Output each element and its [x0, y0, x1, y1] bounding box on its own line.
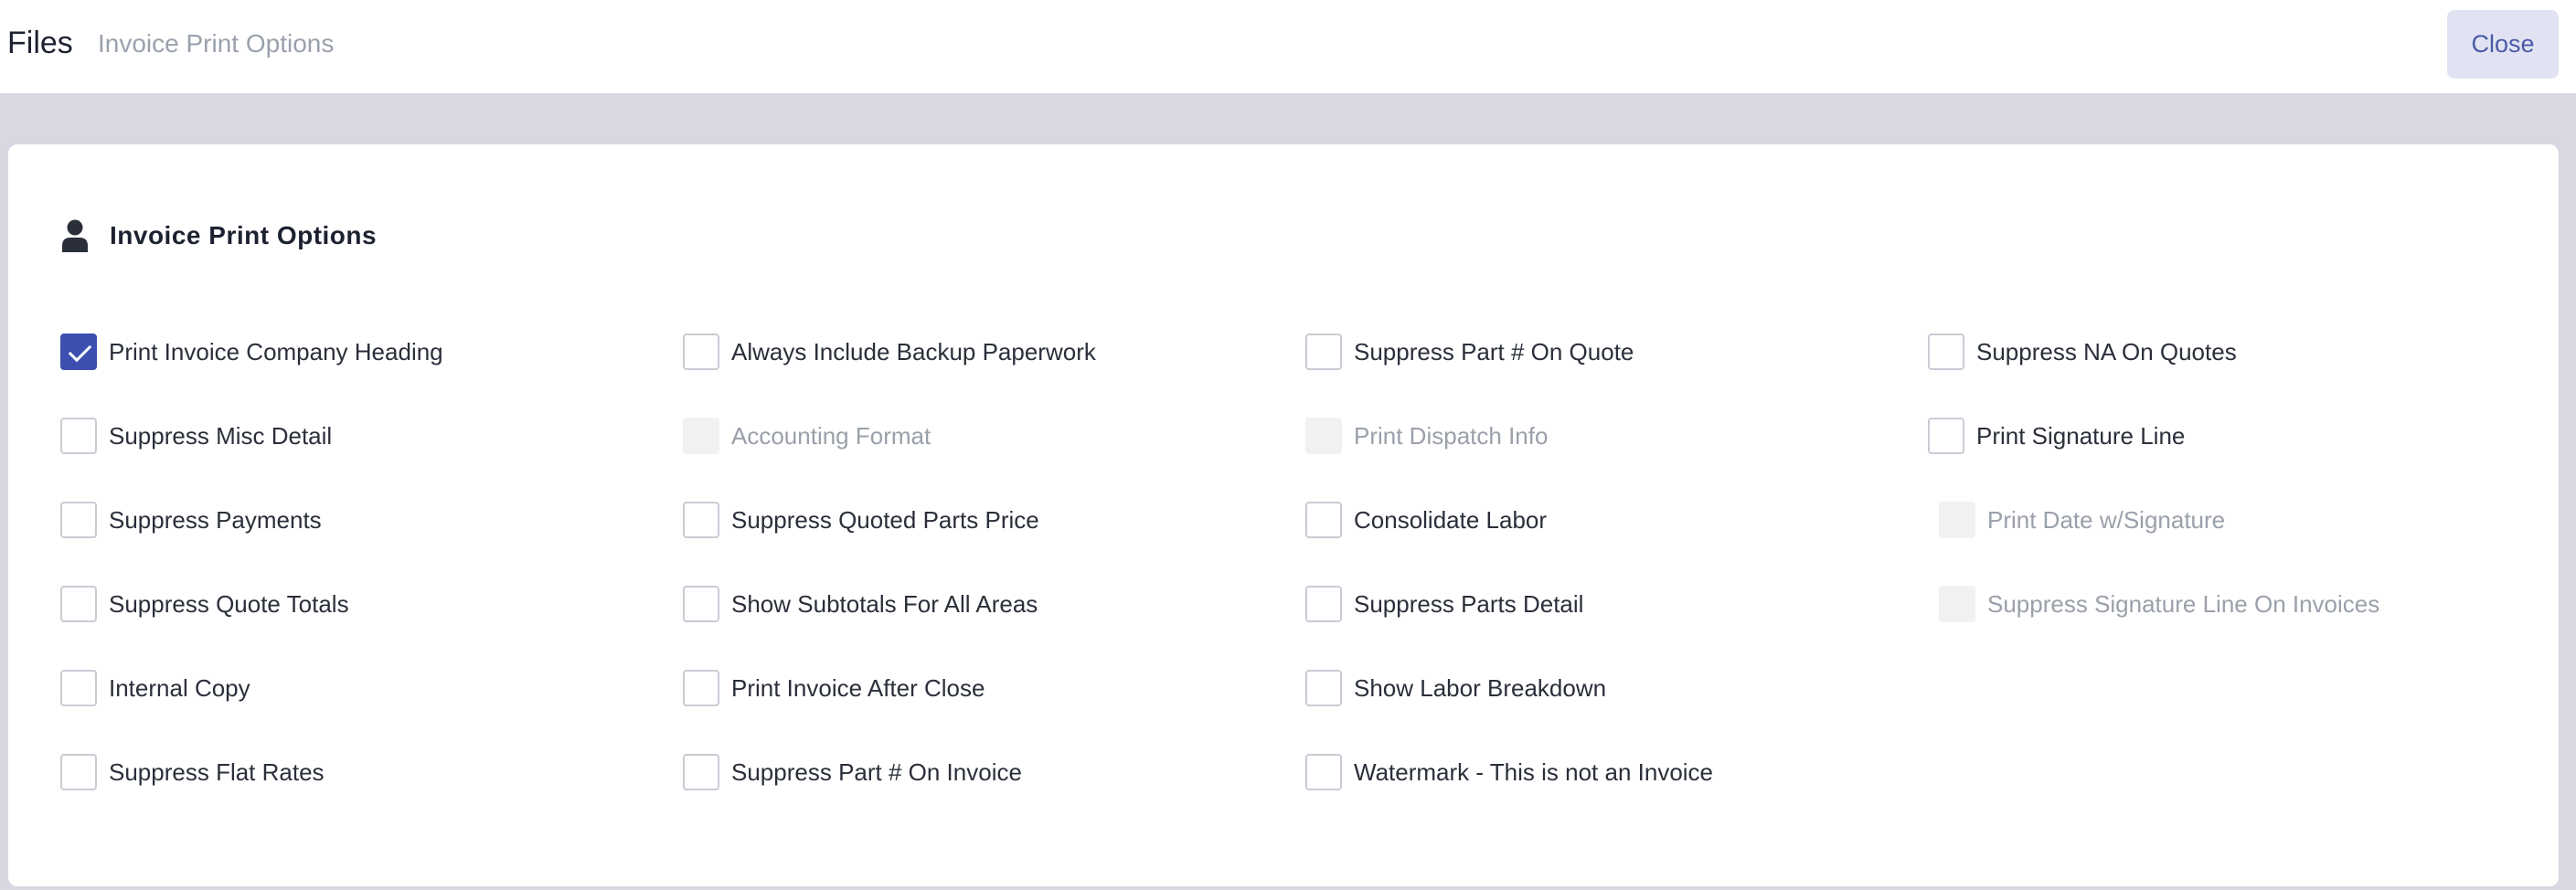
- checkbox[interactable]: [60, 670, 97, 706]
- option-internal-copy[interactable]: Internal Copy: [60, 670, 250, 706]
- option-print-date-with-signature[interactable]: Print Date w/Signature: [1939, 502, 2225, 538]
- option-show-subtotals-for-all-areas[interactable]: Show Subtotals For All Areas: [683, 586, 1038, 622]
- option-suppress-misc-detail[interactable]: Suppress Misc Detail: [60, 418, 332, 454]
- option-consolidate-labor[interactable]: Consolidate Labor: [1305, 502, 1547, 538]
- checkbox[interactable]: [1939, 586, 1975, 622]
- option-label: Suppress Signature Line On Invoices: [1987, 589, 2380, 618]
- checkbox[interactable]: [1305, 418, 1342, 454]
- option-label: Watermark - This is not an Invoice: [1354, 758, 1714, 786]
- checkbox[interactable]: [60, 334, 97, 370]
- option-label: Print Date w/Signature: [1987, 505, 2226, 534]
- option-label: Suppress Part # On Invoice: [731, 758, 1022, 786]
- user-icon: [62, 219, 88, 252]
- checkbox[interactable]: [1928, 418, 1964, 454]
- checkbox[interactable]: [683, 670, 719, 706]
- option-suppress-parts-detail[interactable]: Suppress Parts Detail: [1305, 586, 1583, 622]
- option-label: Suppress Quoted Parts Price: [731, 505, 1039, 534]
- options-card: Invoice Print Options Print Invoice Comp…: [8, 144, 2559, 886]
- app-title: Files: [7, 26, 73, 60]
- checkbox[interactable]: [1939, 502, 1975, 538]
- option-suppress-flat-rates[interactable]: Suppress Flat Rates: [60, 754, 325, 790]
- close-button[interactable]: Close: [2447, 10, 2559, 79]
- option-always-include-backup-paperwork[interactable]: Always Include Backup Paperwork: [683, 334, 1096, 370]
- option-label: Internal Copy: [109, 673, 250, 702]
- option-print-invoice-company-heading[interactable]: Print Invoice Company Heading: [60, 334, 443, 370]
- breadcrumb[interactable]: Invoice Print Options: [98, 29, 334, 58]
- checkbox[interactable]: [1305, 502, 1342, 538]
- option-label: Suppress Flat Rates: [109, 758, 325, 786]
- option-print-invoice-after-close[interactable]: Print Invoice After Close: [683, 670, 985, 706]
- option-label: Always Include Backup Paperwork: [731, 337, 1096, 366]
- option-label: Suppress Payments: [109, 505, 322, 534]
- option-label: Suppress Part # On Quote: [1354, 337, 1634, 366]
- option-watermark-not-an-invoice[interactable]: Watermark - This is not an Invoice: [1305, 754, 1713, 790]
- option-label: Accounting Format: [731, 421, 931, 450]
- top-bar: Files Invoice Print Options Close: [0, 0, 2576, 93]
- option-suppress-na-on-quotes[interactable]: Suppress NA On Quotes: [1928, 334, 2237, 370]
- option-label: Print Signature Line: [1976, 421, 2186, 450]
- option-suppress-part-number-on-invoice[interactable]: Suppress Part # On Invoice: [683, 754, 1022, 790]
- section-header: Invoice Print Options: [60, 217, 377, 254]
- option-label: Consolidate Labor: [1354, 505, 1548, 534]
- option-suppress-quoted-parts-price[interactable]: Suppress Quoted Parts Price: [683, 502, 1039, 538]
- option-suppress-payments[interactable]: Suppress Payments: [60, 502, 322, 538]
- option-label: Suppress Misc Detail: [109, 421, 333, 450]
- option-label: Print Invoice After Close: [731, 673, 985, 702]
- checkbox[interactable]: [1928, 334, 1964, 370]
- checkbox[interactable]: [683, 586, 719, 622]
- checkbox[interactable]: [1305, 586, 1342, 622]
- option-label: Suppress Quote Totals: [109, 589, 349, 618]
- option-label: Print Invoice Company Heading: [109, 337, 443, 366]
- option-show-labor-breakdown[interactable]: Show Labor Breakdown: [1305, 670, 1606, 706]
- option-label: Show Subtotals For All Areas: [731, 589, 1038, 618]
- checkbox[interactable]: [683, 754, 719, 790]
- checkbox[interactable]: [60, 502, 97, 538]
- checkbox[interactable]: [60, 418, 97, 454]
- option-suppress-signature-line-on-invoices[interactable]: Suppress Signature Line On Invoices: [1939, 586, 2379, 622]
- option-print-dispatch-info[interactable]: Print Dispatch Info: [1305, 418, 1548, 454]
- checkbox[interactable]: [1305, 334, 1342, 370]
- checkbox[interactable]: [1305, 670, 1342, 706]
- page-band: [0, 93, 2576, 144]
- option-label: Suppress NA On Quotes: [1976, 337, 2237, 366]
- option-label: Print Dispatch Info: [1354, 421, 1549, 450]
- checkbox[interactable]: [1305, 754, 1342, 790]
- section-title: Invoice Print Options: [110, 221, 378, 249]
- option-suppress-quote-totals[interactable]: Suppress Quote Totals: [60, 586, 349, 622]
- option-suppress-part-number-on-quote[interactable]: Suppress Part # On Quote: [1305, 334, 1634, 370]
- option-accounting-format[interactable]: Accounting Format: [683, 418, 931, 454]
- option-label: Show Labor Breakdown: [1354, 673, 1607, 702]
- checkbox[interactable]: [60, 586, 97, 622]
- checkbox[interactable]: [60, 754, 97, 790]
- option-label: Suppress Parts Detail: [1354, 589, 1584, 618]
- checkbox[interactable]: [683, 502, 719, 538]
- checkbox[interactable]: [683, 418, 719, 454]
- option-print-signature-line[interactable]: Print Signature Line: [1928, 418, 2185, 454]
- checkbox[interactable]: [683, 334, 719, 370]
